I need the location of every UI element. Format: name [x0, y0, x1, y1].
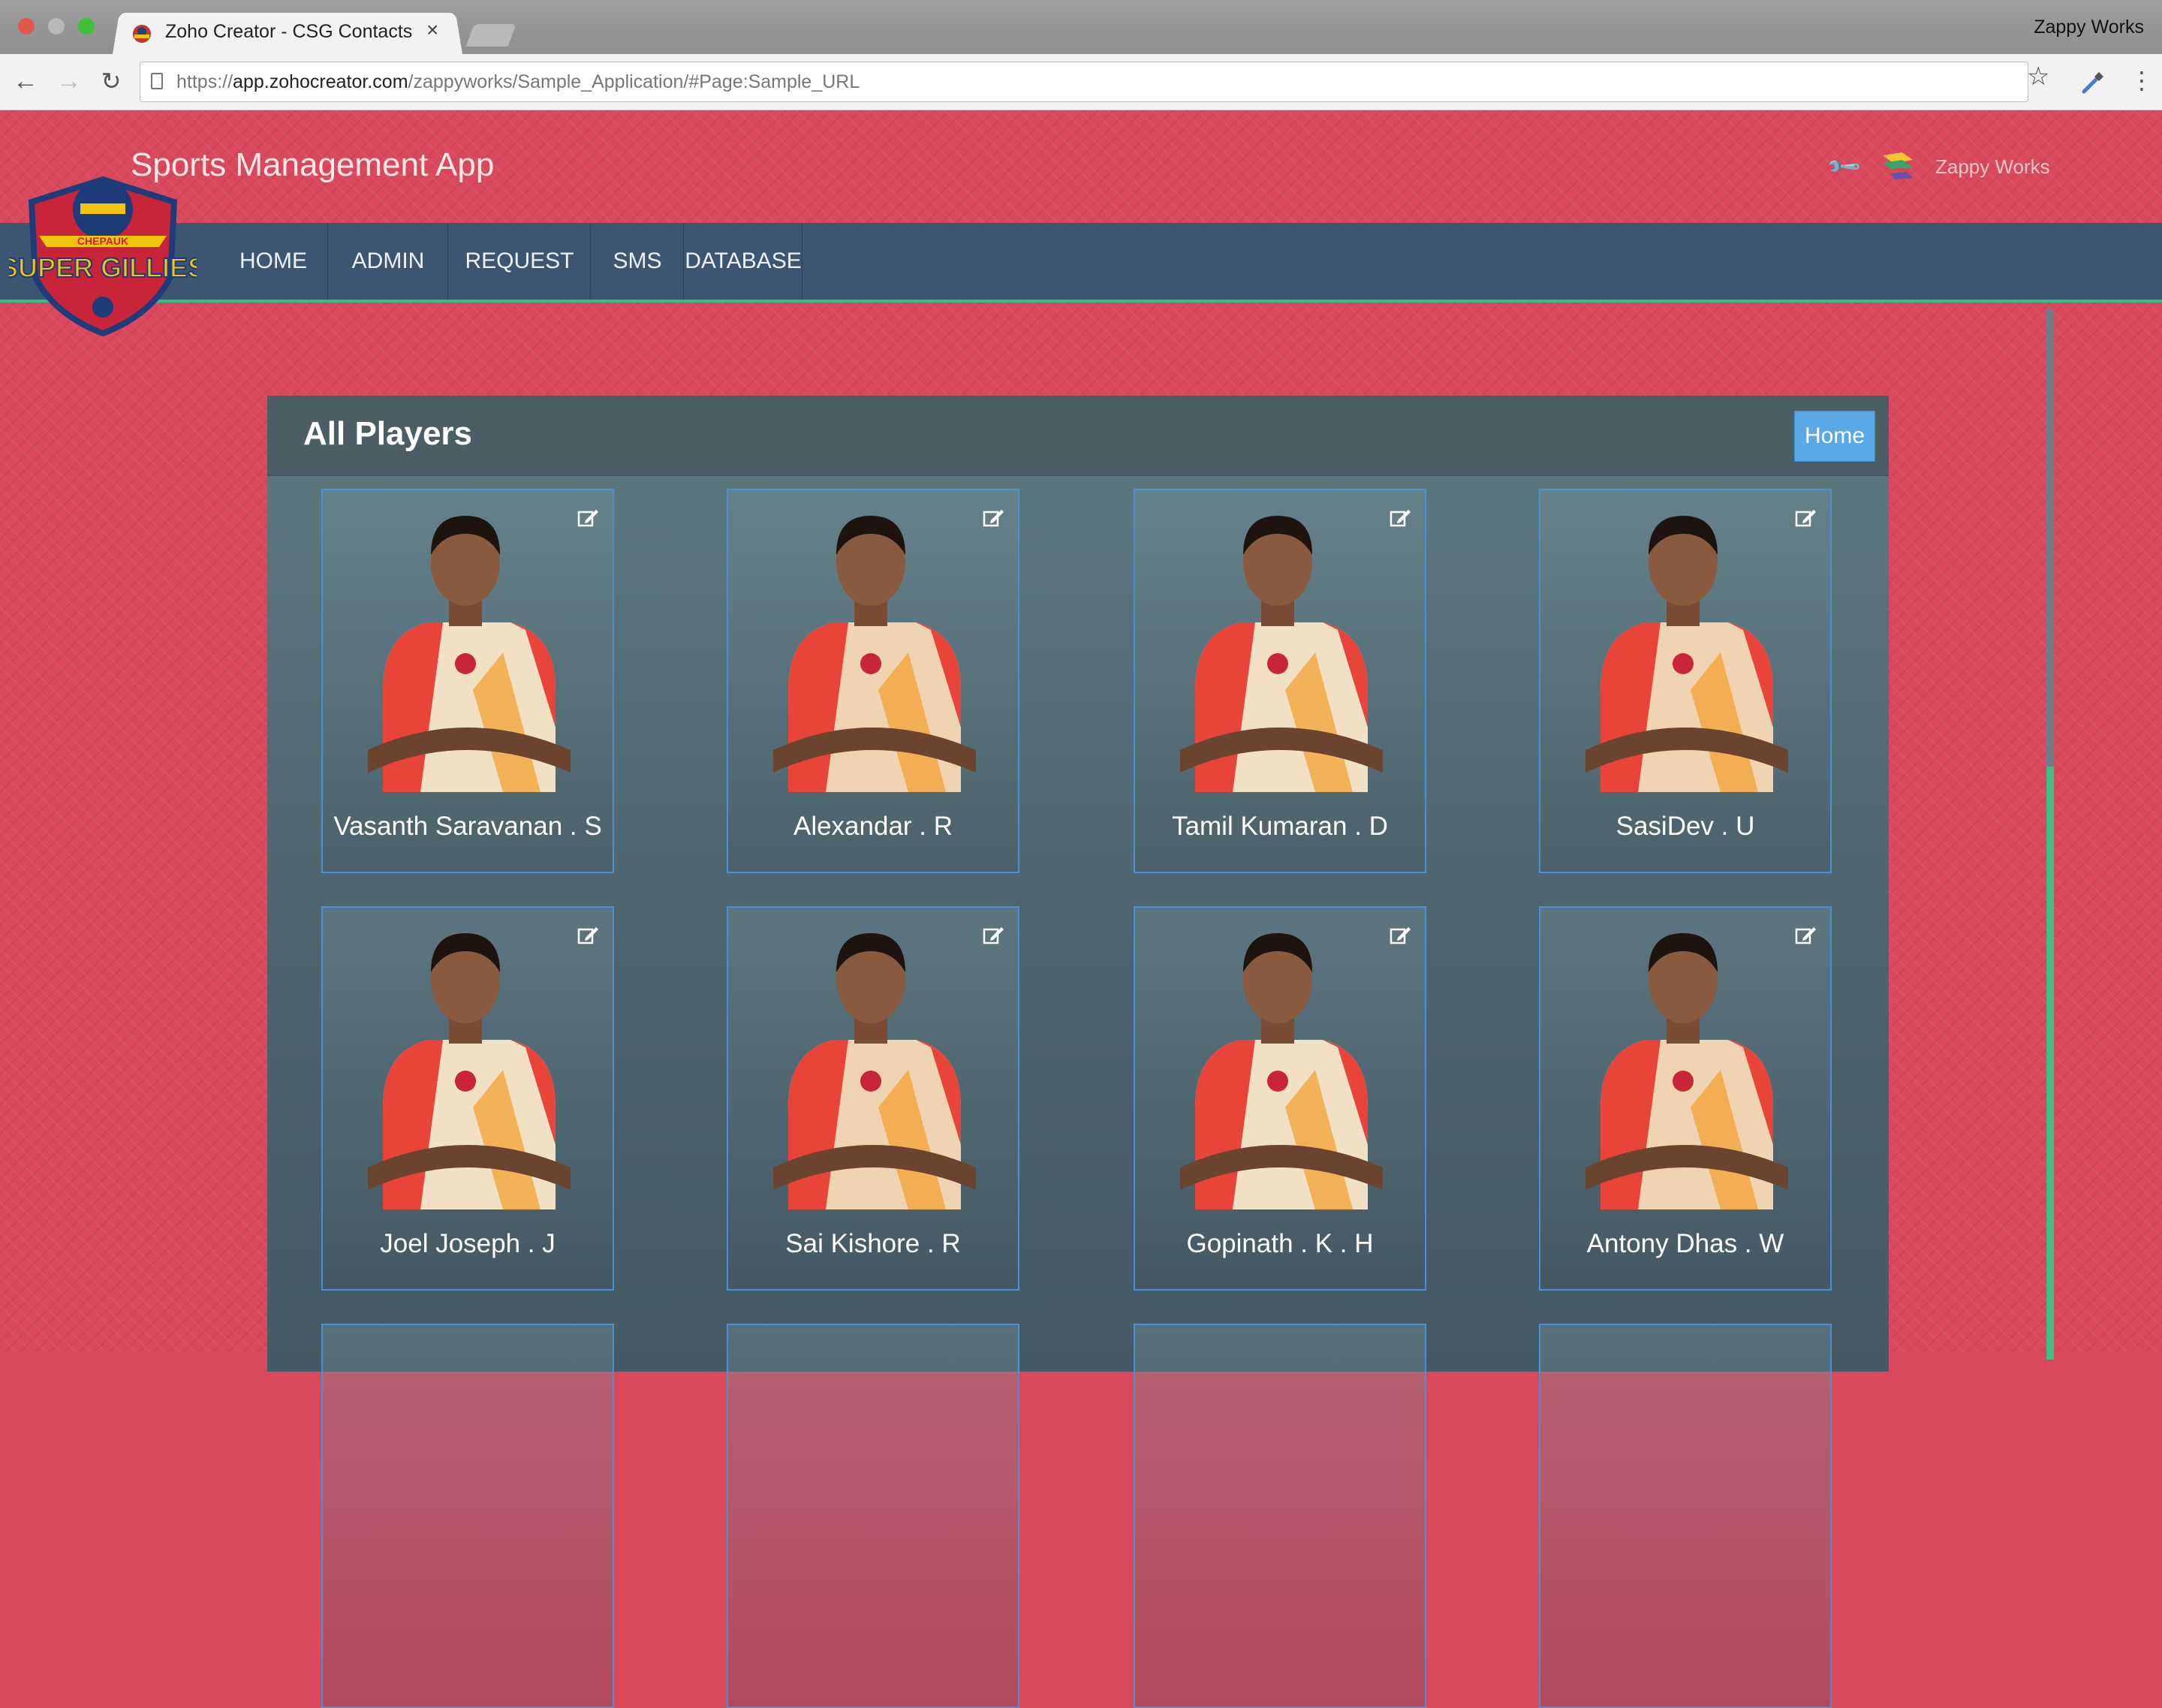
nav-database[interactable]: DATABASE	[685, 223, 802, 300]
player-name[interactable]: Tamil Kumaran . D	[1135, 812, 1425, 842]
app-area: Sports Management App 🔧 Zappy Works HOME…	[0, 110, 2162, 1708]
scrollbar-thumb[interactable]	[2046, 767, 2054, 1360]
player-card[interactable]: Gopinath . K . H	[1134, 906, 1426, 1291]
page-icon	[151, 73, 163, 89]
player-photo	[1180, 933, 1383, 1209]
nav-request[interactable]: REQUEST	[449, 223, 591, 300]
maximize-window-button[interactable]	[78, 18, 95, 35]
player-photo	[368, 516, 571, 792]
tab-favicon-icon	[133, 25, 151, 43]
player-card[interactable]: Tamil Kumaran . D	[1134, 489, 1426, 873]
url-text[interactable]: https://app.zohocreator.com/zappyworks/S…	[176, 71, 860, 93]
player-photo	[773, 516, 976, 792]
nav-home[interactable]: HOME	[219, 223, 328, 300]
player-name[interactable]: Alexandar . R	[728, 812, 1018, 842]
player-photo	[773, 933, 976, 1209]
browser-titlebar: Zoho Creator - CSG Contacts × Zappy Work…	[0, 0, 2162, 54]
player-card[interactable]	[1134, 1324, 1426, 1708]
close-window-button[interactable]	[18, 18, 35, 35]
player-name[interactable]: Vasanth Saravanan . S	[323, 812, 613, 842]
player-name[interactable]: SasiDev . U	[1540, 812, 1830, 842]
player-name[interactable]: Antony Dhas . W	[1540, 1229, 1830, 1259]
svg-text:SUPER GILLIES: SUPER GILLIES	[9, 252, 197, 283]
more-menu-icon[interactable]: ⋮	[2130, 67, 2154, 94]
player-card[interactable]: Joel Joseph . J	[321, 906, 614, 1291]
browser-profile-name[interactable]: Zappy Works	[2034, 17, 2144, 38]
forward-arrow-icon[interactable]: →	[54, 66, 84, 96]
player-card[interactable]	[321, 1324, 614, 1708]
player-card[interactable]: Antony Dhas . W	[1539, 906, 1832, 1291]
player-photo	[1180, 516, 1383, 792]
address-bar[interactable]: https://app.zohocreator.com/zappyworks/S…	[140, 62, 2028, 102]
back-arrow-icon[interactable]: ←	[11, 66, 41, 96]
browser-toolbar: ← → ↻ https://app.zohocreator.com/zappyw…	[0, 54, 2162, 110]
player-name[interactable]: Joel Joseph . J	[323, 1229, 613, 1259]
bookmark-star-icon[interactable]: ☆	[2027, 62, 2049, 92]
player-photo	[368, 933, 571, 1209]
minimize-window-button[interactable]	[48, 18, 65, 35]
home-button[interactable]: Home	[1794, 411, 1875, 462]
player-card[interactable]: Sai Kishore . R	[727, 906, 1019, 1291]
player-photo	[1585, 933, 1788, 1209]
main-nav: HOME ADMIN REQUEST SMS DATABASE	[0, 223, 2162, 303]
player-card[interactable]: Vasanth Saravanan . S	[321, 489, 614, 873]
wrench-icon[interactable]: 🔧	[1825, 148, 1863, 186]
nav-admin[interactable]: ADMIN	[329, 223, 448, 300]
panel-header: All Players Home	[267, 396, 1889, 476]
user-name[interactable]: Zappy Works	[1935, 155, 2050, 179]
all-players-panel: All Players Home Vasanth Saravanan . S Al…	[267, 396, 1889, 1708]
panel-title: All Players	[303, 415, 473, 452]
player-photo	[1585, 516, 1788, 792]
player-name[interactable]: Sai Kishore . R	[728, 1229, 1018, 1259]
tab-title: Zoho Creator - CSG Contacts	[165, 21, 413, 42]
reload-icon[interactable]: ↻	[96, 66, 126, 96]
player-card[interactable]	[1539, 1324, 1832, 1708]
player-card[interactable]: Alexandar . R	[727, 489, 1019, 873]
player-name[interactable]: Gopinath . K . H	[1135, 1229, 1425, 1259]
svg-text:CHEPAUK: CHEPAUK	[77, 235, 128, 247]
nav-sms[interactable]: SMS	[592, 223, 684, 300]
eyedropper-icon[interactable]	[2079, 69, 2106, 96]
player-card[interactable]	[727, 1324, 1019, 1708]
player-card[interactable]: SasiDev . U	[1539, 489, 1832, 873]
new-tab-button[interactable]	[465, 24, 516, 47]
team-logo[interactable]: CHEPAUK SUPER GILLIES	[9, 164, 197, 337]
zappy-works-logo-icon	[1883, 152, 1913, 179]
tab-close-icon[interactable]: ×	[426, 18, 438, 42]
